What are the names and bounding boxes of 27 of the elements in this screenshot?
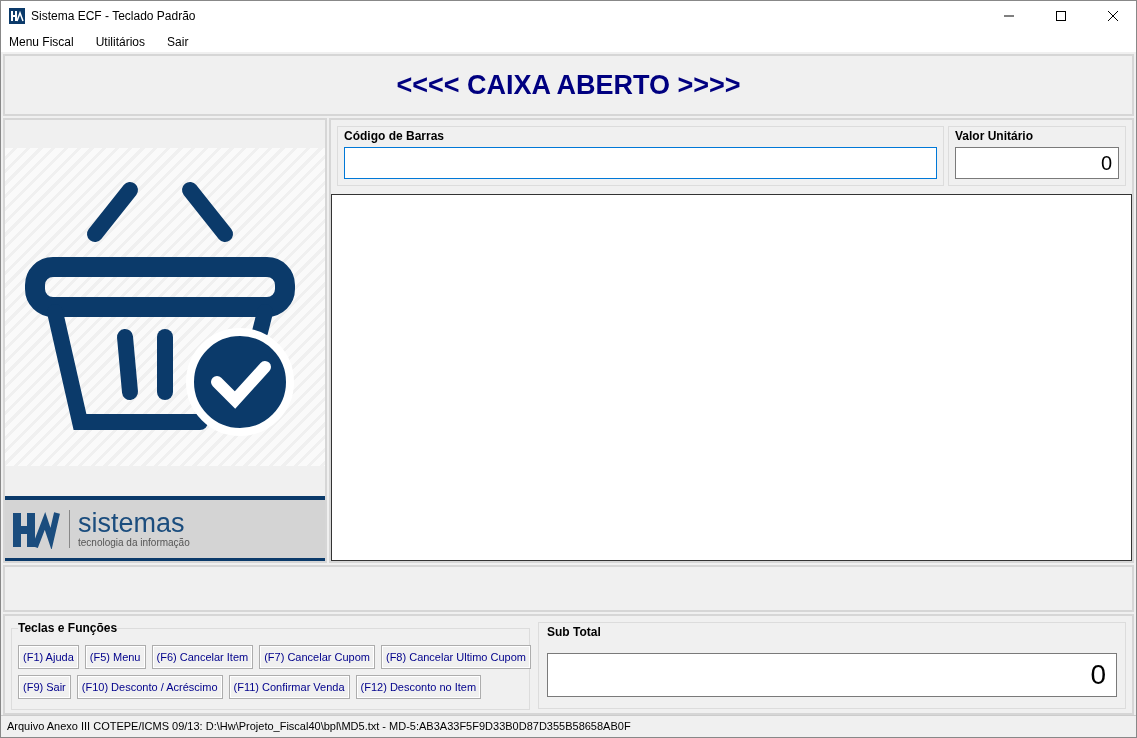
status-text: Arquivo Anexo III COTEPE/ICMS 09/13: D:\Hw\Projeto_Fiscal40\bpl\MD5.txt - MD-5:AB3A33F5F9D33B0D87D355B58658AB0F	[7, 720, 631, 733]
logo-tagline: tecnologia da informação	[78, 537, 190, 549]
barcode-field[interactable]	[344, 147, 937, 180]
logo-name: sistemas	[78, 510, 185, 538]
function-key-button[interactable]: (F5) Menu	[84, 644, 146, 669]
window-title: Sistema ECF - Teclado Padrão	[31, 9, 197, 23]
menu-item[interactable]: Menu Fiscal	[5, 34, 78, 49]
field-label: Código de Barras	[344, 128, 446, 146]
function-key-button[interactable]: (F7) Cancelar Cupom	[259, 644, 375, 669]
function-key-button[interactable]: (F6) Cancelar Item	[151, 644, 254, 669]
function-key-button[interactable]: (F8) Cancelar Ultimo Cupom	[380, 644, 531, 669]
subtotal-value: 0	[547, 652, 1117, 697]
menu-item[interactable]: Sair	[163, 34, 193, 49]
function-key-button[interactable]: (F12) Desconto no Item	[355, 674, 482, 699]
maximize-icon	[1056, 11, 1066, 21]
banner-text: <<<< CAIXA ABERTO >>>>	[396, 69, 741, 101]
function-key-button[interactable]: (F9) Sair	[18, 674, 71, 699]
close-icon	[1108, 11, 1118, 21]
function-key-button[interactable]: (F11) Confirmar Venda	[228, 674, 350, 699]
field-label: Valor Unitário	[955, 128, 1035, 146]
group-title: Sub Total	[547, 623, 602, 641]
hw-logo-icon	[11, 509, 61, 550]
function-key-button[interactable]: (F10) Desconto / Acréscimo	[76, 674, 223, 699]
app-logo-icon	[9, 8, 25, 24]
function-key-button[interactable]: (F1) Ajuda	[18, 644, 79, 669]
menu-item[interactable]: Utilitários	[91, 34, 150, 49]
unit-price-field[interactable]: 0	[955, 147, 1119, 180]
